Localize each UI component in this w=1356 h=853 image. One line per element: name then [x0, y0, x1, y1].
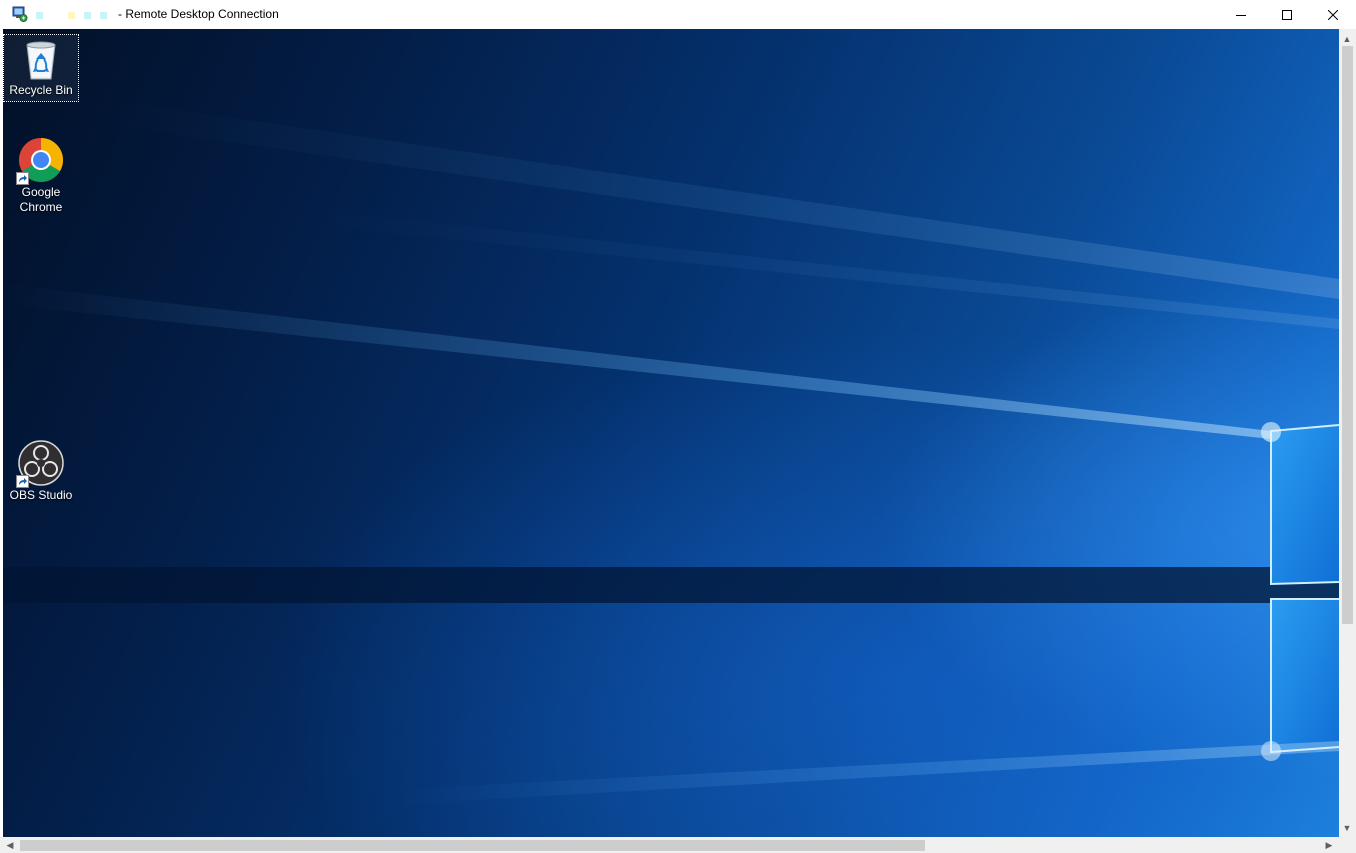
shortcut-arrow-icon [16, 172, 29, 185]
maximize-icon [1282, 9, 1292, 20]
remote-desktop-area[interactable]: Recycle Bin Google Chrome OBS Studio [3, 29, 1339, 837]
redacted-block [36, 12, 43, 19]
minimize-icon [1236, 14, 1246, 16]
title-bar[interactable]: - Remote Desktop Connection [0, 0, 1356, 30]
recycle-bin-icon [21, 37, 61, 81]
desktop-icon-label: OBS Studio [9, 488, 73, 502]
scroll-down-arrow[interactable]: ▼ [1339, 823, 1355, 833]
wallpaper [3, 99, 1339, 804]
horizontal-scroll-thumb[interactable] [20, 840, 925, 851]
shortcut-arrow-icon [16, 475, 29, 488]
scroll-up-arrow[interactable]: ▲ [1339, 34, 1355, 44]
remote-desktop-icon[interactable] [12, 6, 28, 22]
redacted-block [68, 12, 75, 19]
maximize-button[interactable] [1264, 0, 1310, 29]
scroll-right-arrow[interactable]: ▶ [1321, 840, 1337, 850]
scrollbar-corner [1339, 837, 1356, 853]
redacted-block [84, 12, 91, 19]
desktop-icon-label: Google Chrome [19, 185, 63, 214]
close-icon [1328, 9, 1338, 20]
desktop-icon-obs-studio[interactable]: OBS Studio [4, 440, 78, 503]
obs-icon [16, 440, 64, 488]
minimize-button[interactable] [1218, 0, 1264, 29]
scroll-left-arrow[interactable]: ◀ [2, 840, 18, 850]
desktop-icon-label: Recycle Bin [9, 83, 73, 97]
close-button[interactable] [1310, 0, 1356, 29]
desktop-icon-google-chrome[interactable]: Google Chrome [4, 137, 78, 215]
vertical-scroll-thumb[interactable] [1342, 46, 1353, 624]
window-title: - Remote Desktop Connection [118, 7, 279, 21]
desktop-icon-recycle-bin[interactable]: Recycle Bin [3, 34, 79, 102]
chrome-icon [16, 137, 64, 185]
redacted-block [100, 12, 107, 19]
